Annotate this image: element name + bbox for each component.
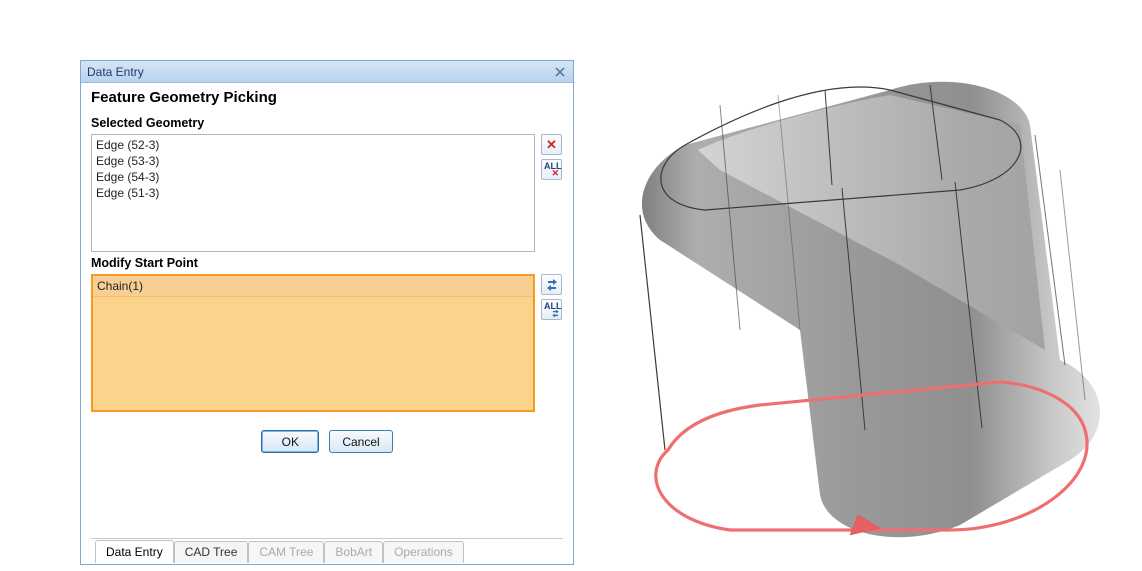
- swap-arrows-icon: [551, 309, 560, 318]
- list-item[interactable]: Chain(1): [93, 276, 533, 297]
- tab-operations[interactable]: Operations: [383, 541, 464, 563]
- remove-button[interactable]: ✕: [541, 134, 562, 155]
- 3d-viewport[interactable]: [590, 30, 1120, 550]
- swap-arrows-icon: [545, 278, 559, 292]
- close-icon[interactable]: [551, 64, 569, 80]
- list-item[interactable]: Edge (52-3): [96, 137, 530, 153]
- cancel-button[interactable]: Cancel: [329, 430, 392, 453]
- tab-cad-tree[interactable]: CAD Tree: [174, 541, 249, 563]
- page-title: Feature Geometry Picking: [91, 89, 563, 106]
- model-preview: [590, 30, 1120, 550]
- dialog-content: Feature Geometry Picking Selected Geomet…: [81, 83, 573, 564]
- modify-start-point-heading: Modify Start Point: [91, 256, 563, 270]
- reverse-button[interactable]: [541, 274, 562, 295]
- tab-bobart[interactable]: BobArt: [324, 541, 383, 563]
- selected-geometry-list[interactable]: Edge (52-3) Edge (53-3) Edge (54-3) Edge…: [91, 134, 535, 252]
- tab-data-entry[interactable]: Data Entry: [95, 540, 174, 563]
- remove-all-button[interactable]: ALL ✕: [541, 159, 562, 180]
- x-icon: ✕: [546, 137, 557, 153]
- x-icon: ✕: [551, 168, 559, 179]
- list-item[interactable]: Edge (53-3): [96, 153, 530, 169]
- ok-button[interactable]: OK: [261, 430, 319, 453]
- modify-start-point-list[interactable]: Chain(1): [91, 274, 535, 412]
- list-item[interactable]: Edge (51-3): [96, 185, 530, 201]
- titlebar[interactable]: Data Entry: [81, 61, 573, 83]
- list-item[interactable]: Edge (54-3): [96, 169, 530, 185]
- selected-geometry-heading: Selected Geometry: [91, 116, 563, 130]
- reverse-all-button[interactable]: ALL: [541, 299, 562, 320]
- tab-cam-tree[interactable]: CAM Tree: [248, 541, 324, 563]
- window-title: Data Entry: [87, 65, 551, 79]
- data-entry-dialog: Data Entry Feature Geometry Picking Sele…: [80, 60, 574, 565]
- bottom-tabs: Data Entry CAD Tree CAM Tree BobArt Oper…: [91, 538, 563, 562]
